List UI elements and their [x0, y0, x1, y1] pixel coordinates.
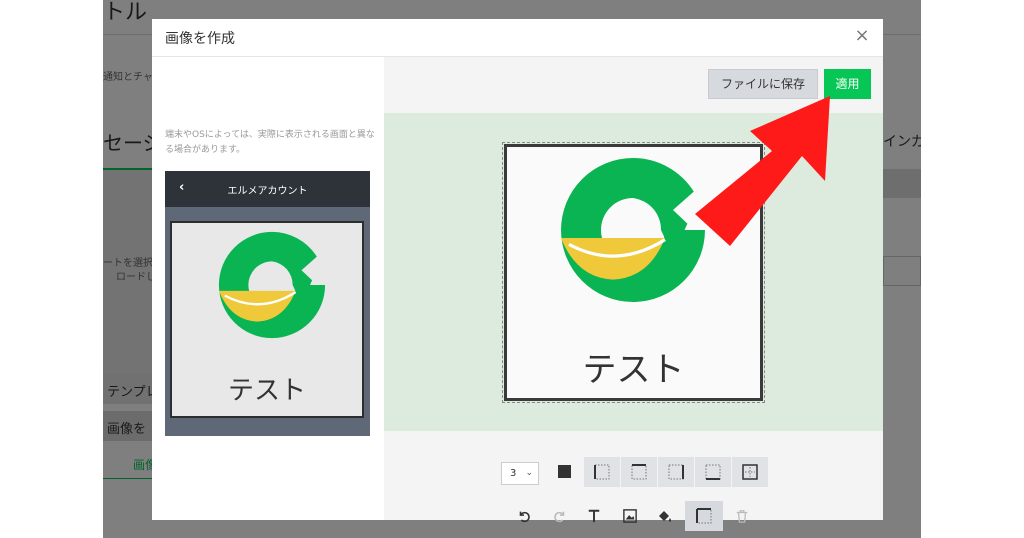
phone-image-card: テスト	[170, 221, 364, 418]
fill-tool-button[interactable]	[652, 503, 678, 529]
canvas-text[interactable]: テスト	[507, 342, 760, 391]
annotation-arrow-icon	[695, 96, 830, 246]
save-to-file-button[interactable]: ファイルに保存	[708, 69, 818, 99]
border-bottom-icon	[705, 464, 721, 480]
modal-header: 画像を作成 ×	[152, 19, 883, 57]
border-right-icon	[668, 464, 684, 480]
border-icon	[696, 508, 712, 524]
canvas-logo-icon[interactable]	[553, 150, 713, 310]
border-bottom-button[interactable]	[695, 457, 732, 487]
create-image-modal: 画像を作成 × 端末やOSによっては、実際に表示される画面と異なる場合があります…	[152, 19, 883, 531]
delete-button[interactable]	[729, 503, 755, 529]
border-tool-button[interactable]	[685, 501, 723, 531]
border-all-button[interactable]	[732, 457, 769, 487]
border-all-icon	[742, 464, 758, 480]
phone-header: エルメアカウント ‹	[165, 171, 370, 207]
text-tool-button[interactable]	[581, 503, 607, 529]
phone-card-text: テスト	[227, 376, 306, 406]
border-top-icon	[631, 464, 647, 480]
image-icon	[623, 509, 637, 523]
tools-toolbar	[384, 501, 883, 533]
logo-icon	[218, 231, 326, 339]
phone-account-name: エルメアカウント	[227, 186, 308, 197]
border-top-button[interactable]	[621, 457, 658, 487]
close-icon: ×	[854, 25, 870, 46]
border-toolbar: 3 ⌄	[384, 456, 883, 488]
chevron-down-icon: ⌄	[525, 468, 533, 478]
undo-icon	[519, 511, 530, 523]
border-width-value: 3	[510, 468, 517, 479]
border-color-swatch[interactable]	[558, 465, 571, 478]
close-button[interactable]: ×	[851, 25, 873, 47]
back-icon: ‹	[179, 180, 185, 195]
image-tool-button[interactable]	[617, 503, 643, 529]
trash-icon	[736, 510, 748, 523]
apply-button[interactable]: 適用	[824, 69, 871, 99]
border-width-select[interactable]: 3 ⌄	[501, 462, 539, 485]
preview-note: 端末やOSによっては、実際に表示される画面と異なる場合があります。	[165, 130, 375, 155]
text-icon	[588, 509, 600, 523]
undo-button[interactable]	[511, 503, 537, 529]
fill-icon	[659, 511, 671, 522]
phone-preview: エルメアカウント ‹ テスト	[165, 171, 370, 436]
redo-button[interactable]	[547, 503, 573, 529]
preview-panel: 端末やOSによっては、実際に表示される画面と異なる場合があります。 エルメアカウ…	[152, 57, 384, 520]
border-left-icon	[594, 464, 610, 480]
border-right-button[interactable]	[658, 457, 695, 487]
border-left-button[interactable]	[584, 457, 621, 487]
modal-title: 画像を作成	[165, 31, 235, 47]
redo-icon	[554, 511, 565, 523]
